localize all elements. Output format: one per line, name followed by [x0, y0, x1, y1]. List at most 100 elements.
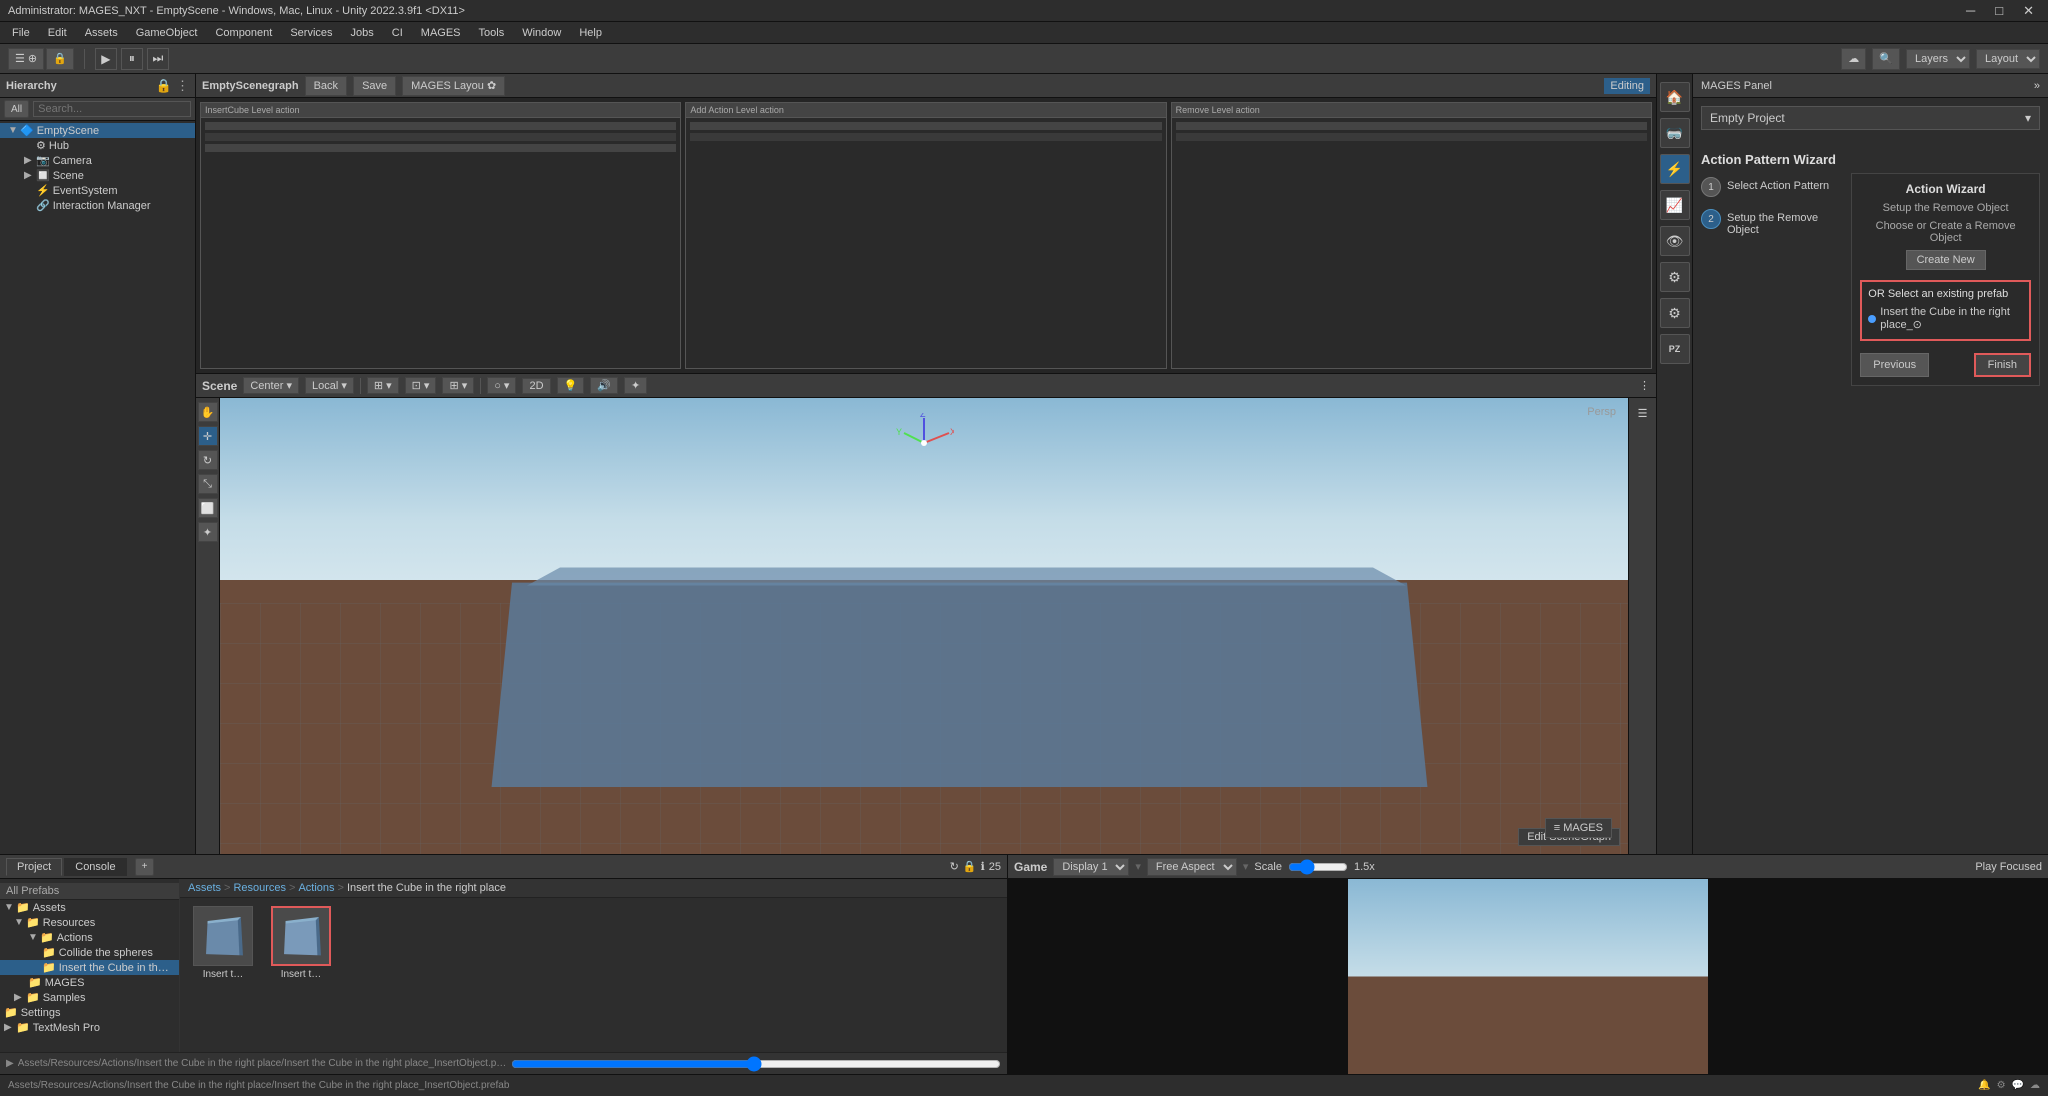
tool-hand[interactable]: ✋ [198, 402, 218, 422]
maximize-btn[interactable]: □ [1989, 3, 2009, 19]
side-vr-btn[interactable]: 🥽 [1660, 118, 1690, 148]
menu-jobs[interactable]: Jobs [343, 25, 382, 41]
search-btn[interactable]: 🔍 [1872, 48, 1900, 70]
breadcrumb-actions[interactable]: Actions [298, 882, 334, 894]
asset-thumb-2[interactable] [271, 906, 331, 966]
project-zoom-icon[interactable]: 25 [989, 861, 1001, 873]
side-view-btn[interactable]: 👁 [1660, 226, 1690, 256]
scene-local-btn[interactable]: Local ▾ [305, 377, 354, 394]
scene-audio-btn[interactable]: 🔊 [590, 377, 618, 394]
status-icon-1[interactable]: 🔔 [1978, 1080, 1990, 1091]
side-actions-btn[interactable]: ⚡ [1660, 154, 1690, 184]
menu-tools[interactable]: Tools [471, 25, 513, 41]
hierarchy-all-btn[interactable]: All [4, 100, 29, 118]
layout-dropdown[interactable]: Layout [1976, 49, 2040, 69]
scene-view-btn1[interactable]: ⊡ ▾ [405, 377, 437, 394]
ptree-actions[interactable]: ▼ 📁 Actions [0, 930, 179, 945]
collab-btn[interactable]: ☁ [1841, 48, 1866, 70]
toolbar-lock-btn[interactable]: 🔒 [46, 48, 74, 70]
tab-console[interactable]: Console [64, 858, 126, 876]
status-icon-3[interactable]: 💬 [2012, 1080, 2024, 1091]
tree-item-eventsystem[interactable]: ⚡ EventSystem [0, 183, 195, 198]
menu-services[interactable]: Services [282, 25, 340, 41]
scene-center-btn[interactable]: Center ▾ [243, 377, 299, 394]
pause-button[interactable]: ⏸ [121, 48, 143, 70]
scene-view-btn2[interactable]: ⊞ ▾ [442, 377, 474, 394]
ptree-textmesh[interactable]: ▶ 📁 TextMesh Pro [0, 1020, 179, 1035]
step-button[interactable]: ⏭ [147, 48, 169, 70]
scene-light-btn[interactable]: 💡 [557, 377, 585, 394]
minimize-btn[interactable]: ─ [1960, 3, 1981, 19]
game-aspect-dropdown[interactable]: Free Aspect [1147, 858, 1237, 876]
scene-grid-btn[interactable]: ⊞ ▾ [367, 377, 399, 394]
ptree-mages[interactable]: 📁 MAGES [0, 975, 179, 990]
side-settings1-btn[interactable]: ⚙ [1660, 262, 1690, 292]
tool-transform[interactable]: ✦ [198, 522, 218, 542]
tree-item-camera[interactable]: ▶ 📷 Camera [0, 153, 195, 168]
menu-component[interactable]: Component [207, 25, 280, 41]
ptree-assets[interactable]: ▼ 📁 Assets [0, 900, 179, 915]
side-home-btn[interactable]: 🏠 [1660, 82, 1690, 112]
wizard-create-btn[interactable]: Create New [1906, 250, 1986, 270]
status-icon-2[interactable]: ⚙ [1997, 1080, 2006, 1091]
scene-right-btn1[interactable]: ☰ [1632, 402, 1654, 424]
scene-more-icon[interactable]: ⋮ [1639, 379, 1650, 392]
zoom-slider[interactable] [511, 1056, 1001, 1072]
toolbar-context-btn1[interactable]: ☰ ⊕ [8, 48, 44, 70]
project-add-btn[interactable]: + [135, 858, 155, 876]
expand-camera[interactable]: ▶ [24, 155, 36, 166]
menu-gameobject[interactable]: GameObject [128, 25, 206, 41]
expand-resources[interactable]: ▼ [14, 917, 26, 928]
tool-move[interactable]: ✛ [198, 426, 218, 446]
hierarchy-menu-icon[interactable]: ⋮ [176, 78, 189, 94]
asset-item-2[interactable]: Insert t… [266, 906, 336, 980]
menu-window[interactable]: Window [514, 25, 569, 41]
game-scale-slider[interactable] [1288, 859, 1348, 875]
tree-item-emptyscene[interactable]: ▼ 🔷 EmptyScene [0, 123, 195, 138]
wizard-prefab-item[interactable]: Insert the Cube in the right place_⊙ [1868, 304, 2023, 333]
side-analytics-btn[interactable]: 📈 [1660, 190, 1690, 220]
tree-item-interaction[interactable]: 🔗 Interaction Manager [0, 198, 195, 213]
ptree-collide[interactable]: 📁 Collide the spheres [0, 945, 179, 960]
breadcrumb-resources[interactable]: Resources [233, 882, 286, 894]
mages-expand-icon[interactable]: » [2034, 80, 2040, 92]
menu-assets[interactable]: Assets [77, 25, 126, 41]
expand-samples[interactable]: ▶ [14, 992, 26, 1003]
asset-thumb-1[interactable] [193, 906, 253, 966]
expand-actions[interactable]: ▼ [28, 932, 40, 943]
asset-item-1[interactable]: Insert t… [188, 906, 258, 980]
hierarchy-search[interactable] [33, 101, 191, 117]
game-display-dropdown[interactable]: Display 1 [1053, 858, 1129, 876]
scene-2d-btn[interactable]: 2D [522, 378, 550, 394]
tool-rect[interactable]: ⬜ [198, 498, 218, 518]
wizard-finish-btn[interactable]: Finish [1974, 353, 2031, 377]
project-lock-icon[interactable]: 🔒 [963, 860, 977, 873]
expand-emptyscene[interactable]: ▼ [8, 125, 20, 136]
layers-dropdown[interactable]: Layers [1906, 49, 1970, 69]
scene-fx-btn[interactable]: ✦ [624, 377, 647, 394]
menu-edit[interactable]: Edit [40, 25, 75, 41]
menu-help[interactable]: Help [571, 25, 610, 41]
wizard-previous-btn[interactable]: Previous [1860, 353, 1929, 377]
side-settings2-btn[interactable]: ⚙ [1660, 298, 1690, 328]
expand-textmesh[interactable]: ▶ [4, 1022, 16, 1033]
sg-save-btn[interactable]: Save [353, 76, 396, 96]
expand-scene[interactable]: ▶ [24, 170, 36, 181]
mages-btn[interactable]: ≡ MAGES [1545, 818, 1612, 838]
ptree-samples[interactable]: ▶ 📁 Samples [0, 990, 179, 1005]
menu-ci[interactable]: CI [384, 25, 411, 41]
ptree-resources[interactable]: ▼ 📁 Resources [0, 915, 179, 930]
sg-back-btn[interactable]: Back [305, 76, 347, 96]
scene-shading-btn[interactable]: ○ ▾ [487, 377, 516, 394]
tool-rotate[interactable]: ↻ [198, 450, 218, 470]
project-refresh-icon[interactable]: ↻ [950, 860, 959, 873]
menu-file[interactable]: File [4, 25, 38, 41]
project-dropdown[interactable]: Empty Project ▾ [1701, 106, 2040, 130]
status-icon-4[interactable]: ☁ [2030, 1080, 2040, 1091]
hierarchy-lock-icon[interactable]: 🔒 [156, 78, 172, 94]
play-button[interactable]: ▶ [95, 48, 117, 70]
ptree-settings[interactable]: 📁 Settings [0, 1005, 179, 1020]
tab-project[interactable]: Project [6, 858, 62, 876]
expand-assets[interactable]: ▼ [4, 902, 16, 913]
tree-item-hub[interactable]: ⚙ Hub [0, 138, 195, 153]
